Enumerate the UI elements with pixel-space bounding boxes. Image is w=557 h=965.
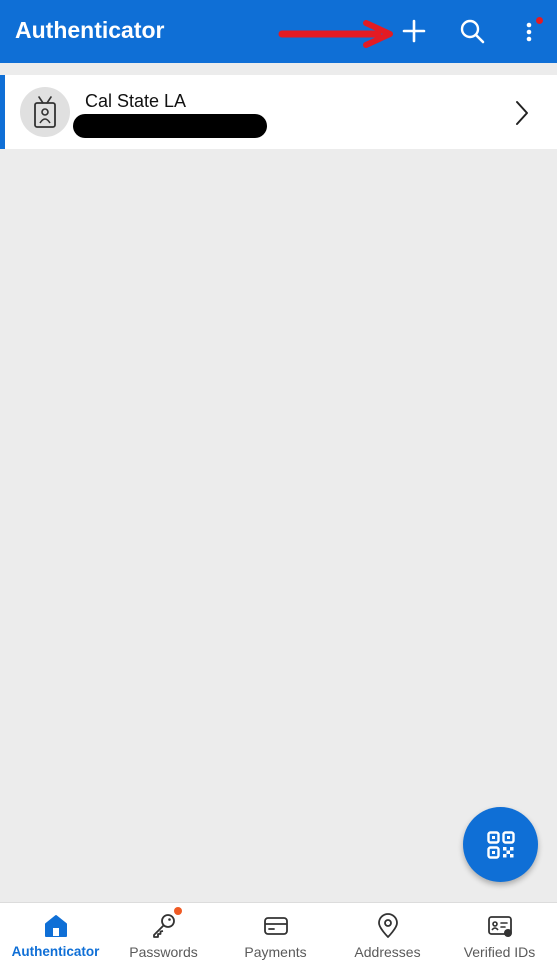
nav-payments[interactable]: Payments — [220, 903, 331, 965]
nav-label: Passwords — [129, 944, 198, 960]
bottom-navigation: Authenticator Passwords Payments Address… — [0, 902, 557, 965]
scan-qr-button[interactable] — [463, 807, 538, 882]
verified-id-icon — [488, 916, 512, 937]
location-pin-icon — [378, 913, 398, 938]
nav-label: Authenticator — [11, 944, 100, 959]
nav-label: Verified IDs — [463, 944, 536, 960]
nav-label: Payments — [244, 944, 307, 960]
selected-indicator — [0, 75, 5, 149]
nav-addresses[interactable]: Addresses — [332, 903, 443, 965]
nav-label: Addresses — [354, 944, 421, 960]
account-name: Cal State LA — [85, 91, 187, 111]
account-avatar — [20, 87, 70, 137]
home-icon — [45, 915, 67, 937]
chevron-right-icon[interactable] — [513, 99, 531, 127]
page-title: Authenticator — [15, 17, 165, 43]
key-icon — [153, 914, 175, 938]
notification-dot — [536, 17, 543, 24]
nav-verified-ids[interactable]: Verified IDs — [444, 903, 555, 965]
badge-id-icon — [34, 96, 56, 128]
redacted-username — [73, 114, 267, 138]
search-icon[interactable] — [456, 15, 488, 47]
app-bar: Authenticator — [0, 0, 557, 63]
nav-authenticator[interactable]: Authenticator — [0, 903, 111, 965]
nav-passwords[interactable]: Passwords — [108, 903, 219, 965]
qr-code-scan-icon — [487, 831, 515, 859]
passwords-badge — [174, 907, 182, 915]
add-icon[interactable] — [398, 15, 430, 47]
credit-card-icon — [264, 917, 288, 935]
red-arrow-icon — [278, 20, 393, 48]
